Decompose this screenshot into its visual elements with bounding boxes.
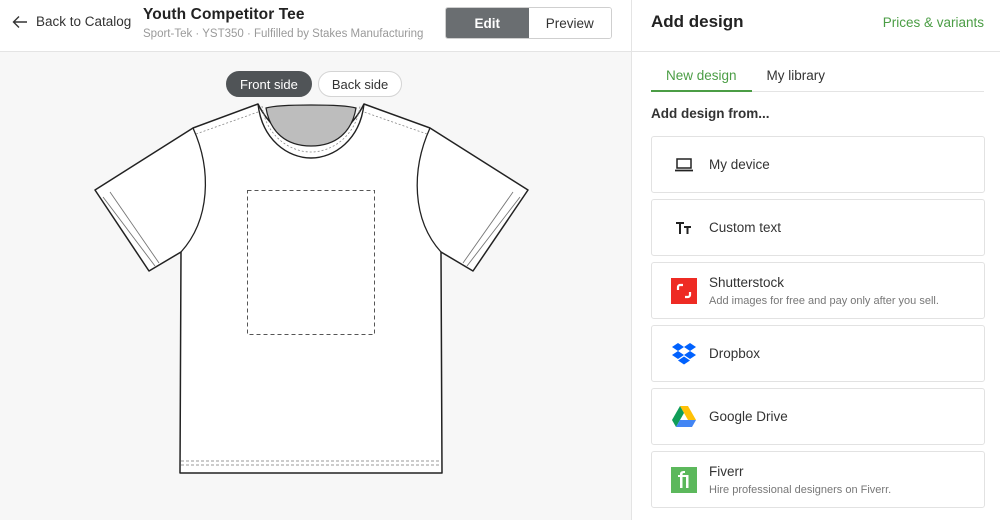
panel-title: Add design — [651, 12, 744, 31]
source-dropbox[interactable]: Dropbox — [651, 325, 985, 382]
laptop-icon — [671, 152, 697, 178]
design-tabs: New design My library — [651, 62, 984, 92]
prices-variants-link[interactable]: Prices & variants — [883, 15, 984, 30]
top-bar: Back to Catalog Youth Competitor Tee Spo… — [0, 0, 632, 52]
source-name: Fiverr — [709, 463, 744, 479]
source-google-drive[interactable]: Google Drive — [651, 388, 985, 445]
back-side-button[interactable]: Back side — [317, 71, 403, 97]
mode-toggle: Edit Preview — [445, 7, 612, 39]
google-drive-icon — [671, 404, 697, 430]
source-name: Custom text — [709, 220, 782, 235]
back-to-catalog-link[interactable]: Back to Catalog — [12, 14, 131, 29]
source-name: My device — [709, 157, 770, 172]
side-toggle: Front side Back side — [226, 71, 403, 97]
edit-button[interactable]: Edit — [446, 8, 529, 38]
front-side-button[interactable]: Front side — [226, 71, 312, 97]
shutterstock-icon — [671, 277, 697, 304]
add-design-panel: Add design Prices & variants New design … — [632, 0, 1000, 520]
source-name: Dropbox — [709, 346, 761, 361]
source-shutterstock[interactable]: Shutterstock Add images for free and pay… — [651, 262, 985, 319]
product-info: Youth Competitor Tee Sport-Tek · YST350 … — [143, 6, 423, 40]
design-canvas: Front side Back side — [0, 52, 632, 520]
tab-new-design[interactable]: New design — [651, 62, 752, 92]
preview-button[interactable]: Preview — [528, 8, 611, 38]
section-label: Add design from... — [651, 106, 770, 121]
t-shirt-body — [94, 103, 529, 474]
fiverr-icon — [671, 466, 697, 493]
source-description: Hire professional designers on Fiverr. — [709, 483, 892, 496]
back-label: Back to Catalog — [36, 14, 132, 29]
panel-header: Add design Prices & variants — [632, 0, 1000, 52]
source-name: Google Drive — [709, 409, 788, 424]
source-my-device[interactable]: My device — [651, 136, 985, 193]
dropbox-icon — [671, 341, 697, 367]
arrow-left-icon — [12, 15, 27, 28]
source-fiverr[interactable]: Fiverr Hire professional designers on Fi… — [651, 451, 985, 508]
source-custom-text[interactable]: Custom text — [651, 199, 985, 256]
tab-my-library[interactable]: My library — [752, 62, 841, 92]
source-description: Add images for free and pay only after y… — [709, 294, 939, 307]
text-icon — [671, 215, 697, 241]
source-name: Shutterstock — [709, 274, 785, 290]
product-subtitle: Sport-Tek · YST350 · Fulfilled by Stakes… — [143, 28, 424, 40]
t-shirt-mockup — [94, 103, 529, 474]
product-title: Youth Competitor Tee — [143, 6, 305, 23]
